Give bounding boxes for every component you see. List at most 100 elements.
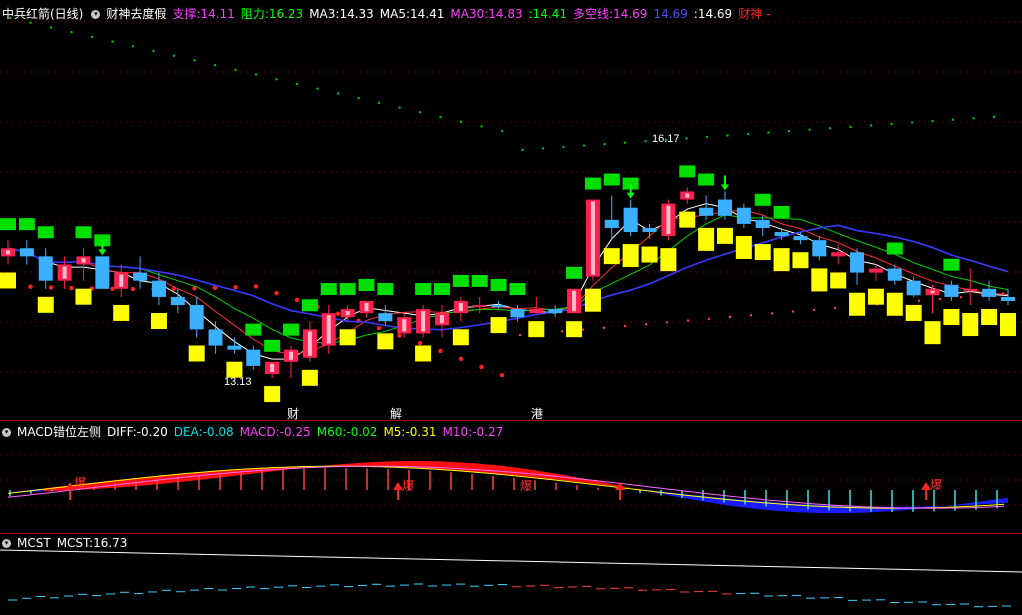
support-dot <box>130 286 136 292</box>
resistance-dot <box>972 117 975 120</box>
resistance-dot <box>787 129 791 133</box>
resistance-dot <box>562 145 565 149</box>
signal-square <box>283 323 300 336</box>
macd-fill <box>936 506 940 508</box>
candle-body <box>774 232 789 237</box>
support-dot <box>959 296 963 299</box>
macd-fill <box>476 463 480 473</box>
main-value-item: 支撑:14.11 <box>172 7 235 21</box>
mcst-value-item: MCST:16.73 <box>56 536 128 550</box>
support-dot <box>417 340 423 346</box>
candle-body <box>1001 296 1015 301</box>
support-dot <box>479 364 484 370</box>
resistance-dot <box>295 82 299 86</box>
yellow-block <box>849 292 866 316</box>
candle-body <box>491 305 506 308</box>
support-dot <box>376 325 382 331</box>
macd-fill <box>456 462 460 471</box>
macd-title[interactable]: MACD错位左侧 <box>17 425 101 439</box>
settings-circle-icon[interactable]: ▾ <box>2 539 11 548</box>
yellow-block <box>75 288 92 305</box>
macd-fill <box>1004 497 1008 504</box>
resistance-dot <box>951 118 955 121</box>
resistance-dot <box>377 101 381 105</box>
macd-fill <box>568 475 572 482</box>
support-dot <box>560 330 564 333</box>
candle-body-highlight <box>439 315 444 324</box>
signal-square <box>245 323 262 336</box>
signal-square <box>490 278 507 291</box>
resistance-dot <box>234 68 237 72</box>
signal-square <box>509 283 526 296</box>
mcst-title[interactable]: MCST <box>17 536 51 550</box>
resistance-dot <box>992 115 996 119</box>
support-dot <box>397 333 402 338</box>
candle-body <box>378 313 393 322</box>
signal-square <box>264 339 281 352</box>
yellow-block <box>452 329 469 346</box>
signal-square <box>415 283 432 296</box>
macd-fill <box>624 486 628 488</box>
macd-value-item: M10:-0.27 <box>442 425 504 439</box>
candle-body-highlight <box>402 319 407 332</box>
candle-body-highlight <box>6 250 10 255</box>
settings-circle-icon[interactable]: ▾ <box>91 10 101 19</box>
candle-body-highlight <box>81 258 86 263</box>
candle-body <box>963 288 978 291</box>
support-dot <box>28 284 33 289</box>
yellow-block <box>773 248 790 272</box>
macd-fill <box>488 464 492 474</box>
support-dot <box>69 285 74 291</box>
macd-fill <box>364 462 368 467</box>
support-dot <box>728 315 732 319</box>
support-dot <box>917 299 921 302</box>
resistance-dot <box>131 45 135 48</box>
candle-body <box>170 296 185 306</box>
yellow-block <box>339 329 356 346</box>
macd-fill <box>452 461 456 471</box>
resistance-dot <box>603 142 606 146</box>
support-dot <box>938 297 942 301</box>
yellow-block <box>188 345 205 362</box>
settings-circle-icon[interactable]: ▾ <box>2 428 11 437</box>
yellow-block <box>698 227 715 251</box>
yellow-block <box>981 308 998 325</box>
low-price-label: 13.13 <box>224 376 252 388</box>
signal-square <box>301 299 318 312</box>
stock-chart-canvas[interactable]: 爆 爆 爆 爆 16.17 13.13 <box>0 0 1022 615</box>
candle-body-highlight <box>307 331 312 356</box>
support-dot <box>499 372 505 378</box>
indicator-name[interactable]: 财神去度假 <box>106 7 166 21</box>
candle-body <box>699 207 714 216</box>
yellow-block <box>641 246 658 263</box>
mcst-panel-header: ▾ MCST MCST:16.73 <box>2 535 139 551</box>
signal-square <box>37 226 54 239</box>
macd-fill <box>484 464 488 473</box>
signal-square <box>943 258 960 271</box>
yellow-block <box>0 272 16 289</box>
macd-fill <box>348 463 352 467</box>
resistance-dot <box>890 122 893 126</box>
yellow-block <box>962 313 979 337</box>
down-arrow-icon <box>98 249 107 256</box>
candle-body-highlight <box>62 266 67 279</box>
yellow-block <box>37 296 54 313</box>
resistance-dot <box>90 35 94 39</box>
candle-body <box>736 207 751 224</box>
signal-square <box>886 242 903 255</box>
support-dot <box>770 312 774 315</box>
yellow-block <box>584 288 601 312</box>
yellow-block <box>867 288 884 305</box>
yellow-block <box>415 345 432 362</box>
macd-fill <box>600 481 604 485</box>
resistance-dot <box>439 115 442 119</box>
candle-body-highlight <box>685 193 690 198</box>
signal-square <box>339 283 356 296</box>
macd-value-item: M5:-0.31 <box>383 425 437 439</box>
resistance-dot <box>254 73 258 76</box>
macd-fill <box>360 462 364 467</box>
signal-square <box>698 173 715 186</box>
macd-panel-header: ▾ MACD错位左侧 DIFF:-0.20 DEA:-0.08 MACD:-0.25 M6… <box>2 424 515 440</box>
macd-value-item: M60:-0.02 <box>316 425 378 439</box>
main-value-item: MA3:14.33 <box>309 7 374 21</box>
